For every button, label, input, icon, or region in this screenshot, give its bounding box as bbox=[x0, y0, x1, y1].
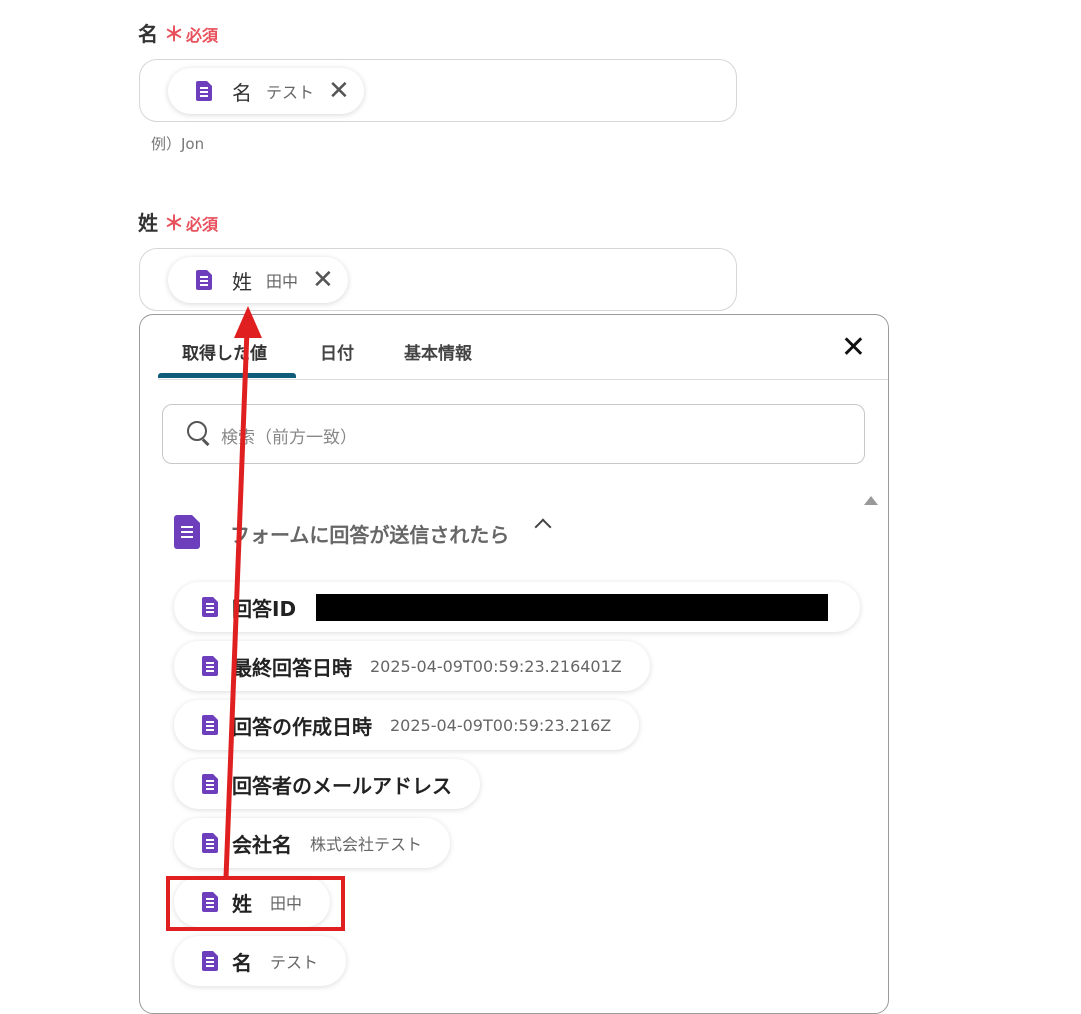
arrow-shaft bbox=[223, 329, 250, 879]
arrow-head bbox=[234, 306, 262, 338]
annotation-arrow-icon bbox=[223, 306, 262, 879]
